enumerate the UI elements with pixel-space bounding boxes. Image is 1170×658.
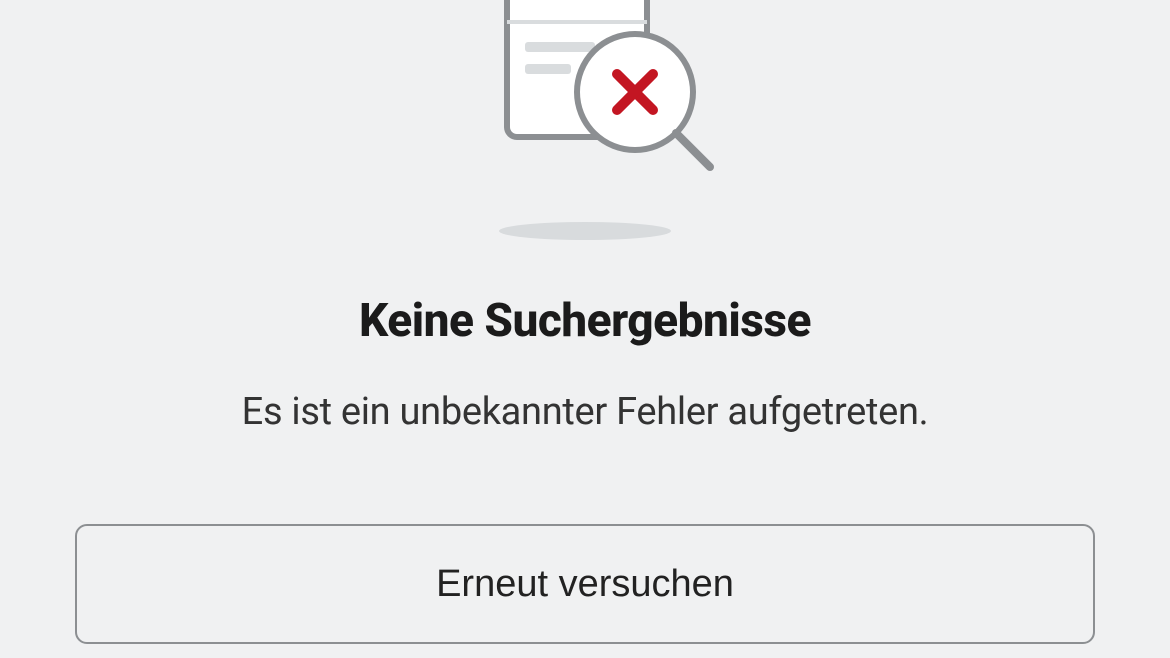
no-results-illustration xyxy=(455,0,715,240)
illustration-shadow xyxy=(499,222,671,240)
retry-button-label: Erneut versuchen xyxy=(436,563,734,606)
error-heading: Keine Suchergebnisse xyxy=(359,294,811,348)
document-magnifier-x-icon xyxy=(455,0,715,240)
error-subtext: Es ist ein unbekannter Fehler aufgetrete… xyxy=(242,390,929,434)
retry-button[interactable]: Erneut versuchen xyxy=(75,524,1095,644)
